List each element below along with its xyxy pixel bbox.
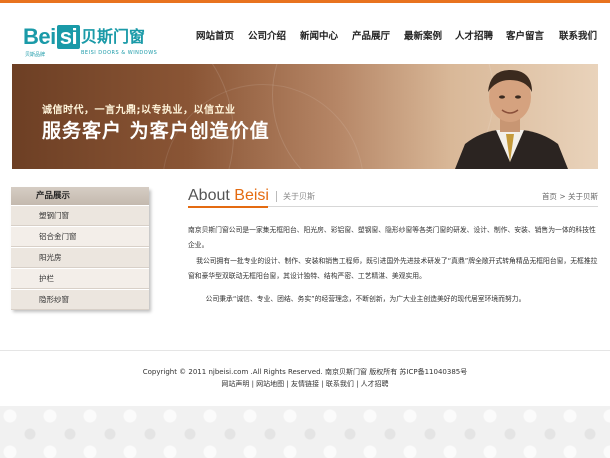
footer-links: 网站声明 | 网站地图 | 友情链接 | 联系我们 | 人才招聘 <box>0 379 610 389</box>
sidebar-item-aluminum[interactable]: 铝合金门窗 <box>11 226 149 247</box>
sidebar-item-screen[interactable]: 隐形纱窗 <box>11 289 149 310</box>
footer-copyright: Copyright © 2011 njbeisi.com .All Rights… <box>142 368 468 376</box>
footer-separator: | <box>251 380 254 388</box>
nav-products[interactable]: 产品展厅 <box>352 30 390 44</box>
footer-link-jobs[interactable]: 人才招聘 <box>361 380 389 388</box>
footer-pattern <box>0 406 610 458</box>
footer-link-friends[interactable]: 友情链接 <box>291 380 319 388</box>
nav-message[interactable]: 客户留言 <box>506 30 544 44</box>
about-paragraph-1: 南京贝斯门窗公司是一家集无框阳台、阳光房、彩铝窗、塑钢窗、隐形纱窗等各类门窗的研… <box>188 226 596 250</box>
title-divider <box>276 191 277 202</box>
nav-news[interactable]: 新闻中心 <box>300 30 338 44</box>
businessman-photo <box>455 70 568 169</box>
footer-link-contact[interactable]: 联系我们 <box>326 380 354 388</box>
section-title: About Beisi <box>188 187 269 204</box>
about-content: 南京贝斯门窗公司是一家集无框阳台、阳光房、彩铝窗、塑钢窗、隐形纱窗等各类门窗的研… <box>188 223 598 307</box>
breadcrumb[interactable]: 首页 > 关于贝斯 <box>542 191 598 202</box>
sidebar-item-sunroom[interactable]: 阳光房 <box>11 247 149 268</box>
banner-slogan-big: 服务客户 为客户创造价值 <box>42 120 270 142</box>
hero-banner: 诚信时代，一言九鼎;以专执业，以信立业 服务客户 为客户创造价值 <box>12 64 598 169</box>
logo-mark: Bei si <box>23 25 81 49</box>
nav-contact[interactable]: 联系我们 <box>559 30 597 44</box>
section-rule-accent <box>188 206 268 208</box>
footer-link-statement[interactable]: 网站声明 <box>221 380 249 388</box>
nav-jobs[interactable]: 人才招聘 <box>455 30 493 44</box>
footer-divider <box>0 350 610 351</box>
logo-sub-cn: 贝斯品牌 <box>25 52 46 58</box>
nav-home[interactable]: 网站首页 <box>196 30 234 44</box>
logo-sub-en: BEISI DOORS & WINDOWS <box>81 50 158 56</box>
sidebar-item-railing[interactable]: 护栏 <box>11 268 149 289</box>
footer-separator: | <box>356 380 359 388</box>
footer-link-sitemap[interactable]: 网站地图 <box>256 380 284 388</box>
about-paragraph-2: 我公司拥有一批专业的设计、制作、安装和销售工程师，既引进国外先进技术研发了“真鼎… <box>188 256 598 280</box>
about-paragraph-3: 公司秉承“诚信、专业、团结、务实”的经营理念，不断创新，为广大业主创造美好的现代… <box>205 295 526 304</box>
banner-slogan-small: 诚信时代，一言九鼎;以专执业，以信立业 <box>42 105 236 116</box>
nav-company[interactable]: 公司介绍 <box>248 30 286 44</box>
nav-cases[interactable]: 最新案例 <box>404 30 442 44</box>
logo[interactable]: Bei si 贝斯门窗 贝斯品牌 BEISI DOORS & WINDOWS <box>23 25 157 61</box>
main-nav: 网站首页 公司介绍 新闻中心 产品展厅 最新案例 人才招聘 客户留言 联系我们 <box>190 30 604 46</box>
product-sidebar: 产品展示 塑钢门窗 铝合金门窗 阳光房 护栏 隐形纱窗 <box>11 187 149 310</box>
logo-cn-name: 贝斯门窗 <box>81 27 146 46</box>
footer-separator: | <box>321 380 324 388</box>
top-accent-bar <box>0 0 610 3</box>
sidebar-item-plastic-steel[interactable]: 塑钢门窗 <box>11 205 149 226</box>
section-subtitle: 关于贝斯 <box>283 192 315 201</box>
footer-separator: | <box>286 380 289 388</box>
sidebar-title: 产品展示 <box>11 187 149 205</box>
section-header: About Beisi 关于贝斯 首页 > 关于贝斯 <box>188 187 598 205</box>
